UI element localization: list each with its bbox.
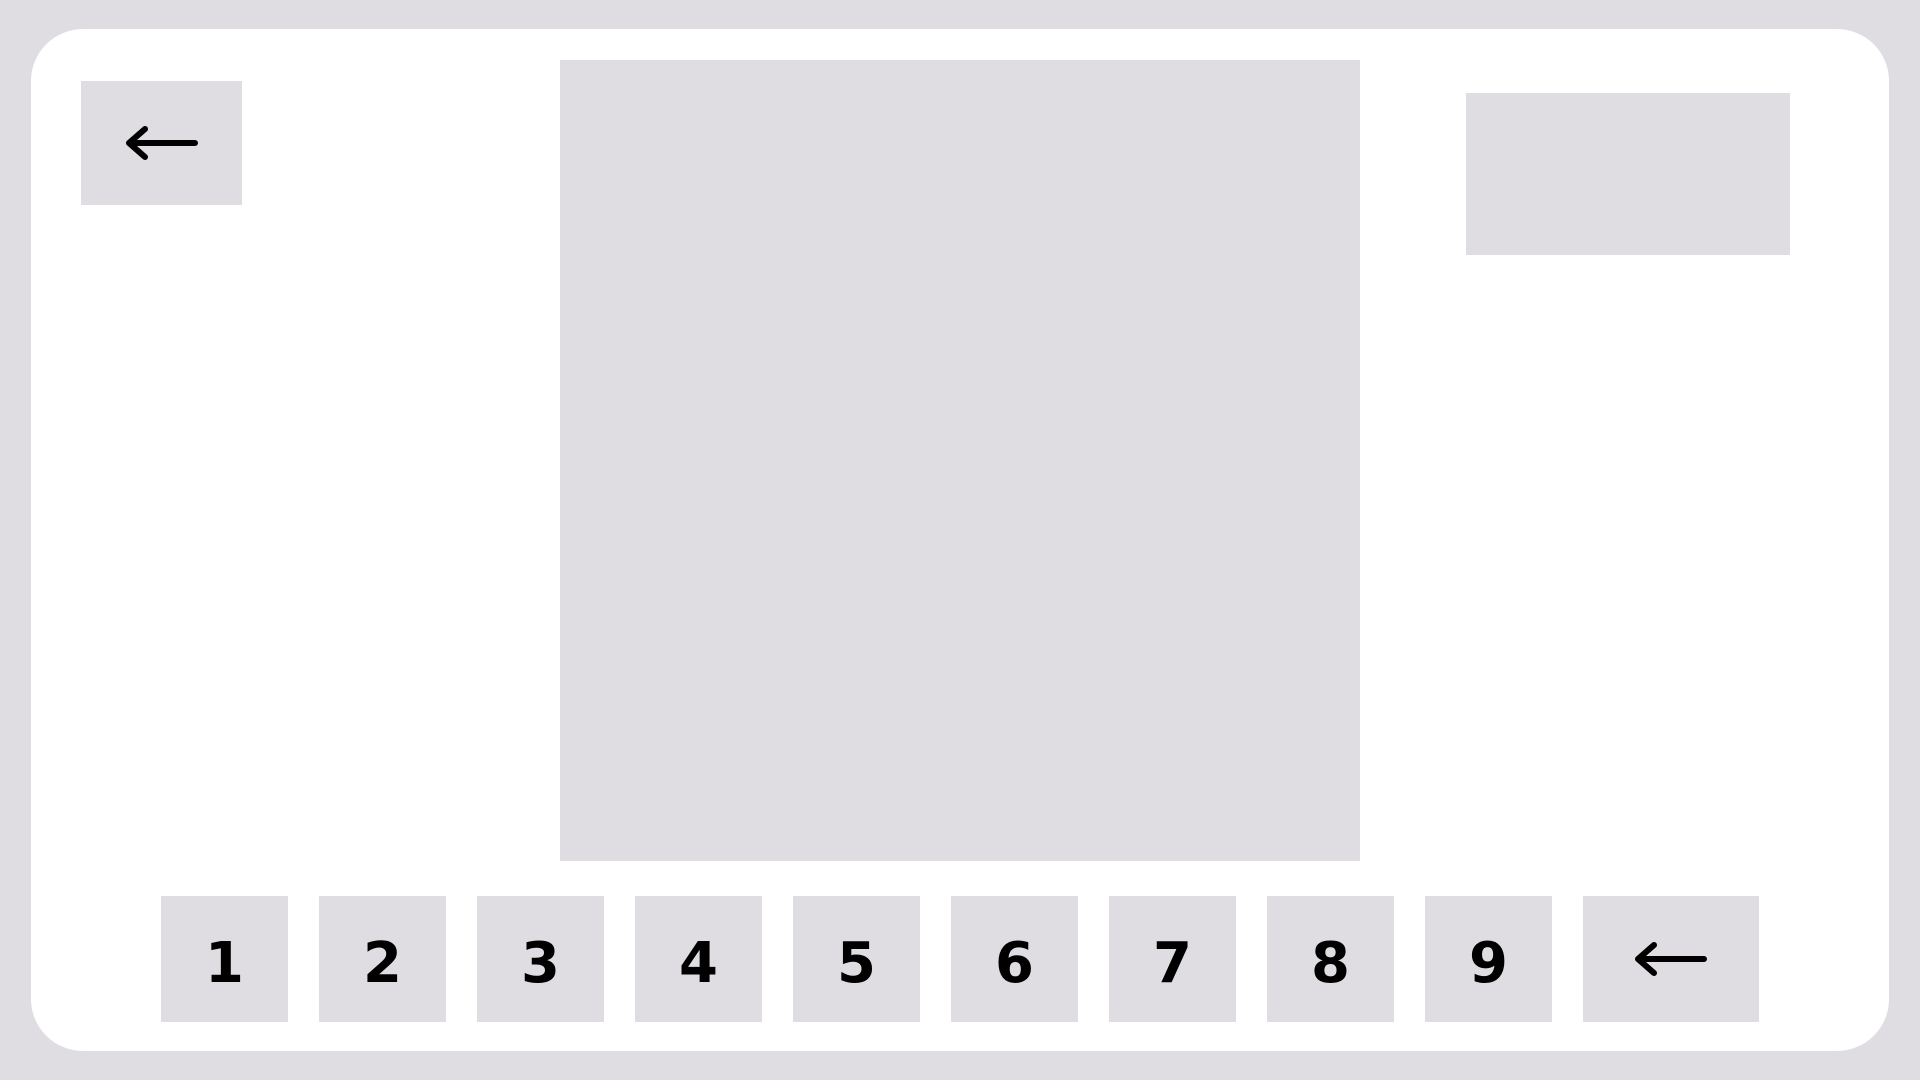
key-label: 9 bbox=[1469, 931, 1508, 996]
key-8[interactable]: 8 bbox=[1267, 896, 1394, 1022]
key-4[interactable]: 4 bbox=[635, 896, 762, 1022]
backspace-button[interactable] bbox=[1583, 896, 1759, 1022]
key-2[interactable]: 2 bbox=[319, 896, 446, 1022]
key-label: 3 bbox=[521, 931, 560, 996]
key-7[interactable]: 7 bbox=[1109, 896, 1236, 1022]
key-label: 1 bbox=[205, 931, 244, 996]
main-display-area bbox=[560, 60, 1360, 861]
arrow-left-icon bbox=[1634, 941, 1708, 977]
key-5[interactable]: 5 bbox=[793, 896, 920, 1022]
entry-display-field bbox=[1466, 93, 1790, 255]
key-9[interactable]: 9 bbox=[1425, 896, 1552, 1022]
arrow-left-icon bbox=[125, 125, 199, 161]
key-1[interactable]: 1 bbox=[161, 896, 288, 1022]
key-3[interactable]: 3 bbox=[477, 896, 604, 1022]
key-6[interactable]: 6 bbox=[951, 896, 1078, 1022]
key-label: 8 bbox=[1311, 931, 1350, 996]
key-label: 7 bbox=[1153, 931, 1192, 996]
key-label: 2 bbox=[363, 931, 402, 996]
key-label: 6 bbox=[995, 931, 1034, 996]
back-button[interactable] bbox=[81, 81, 242, 205]
key-label: 4 bbox=[679, 931, 718, 996]
key-label: 5 bbox=[837, 931, 876, 996]
